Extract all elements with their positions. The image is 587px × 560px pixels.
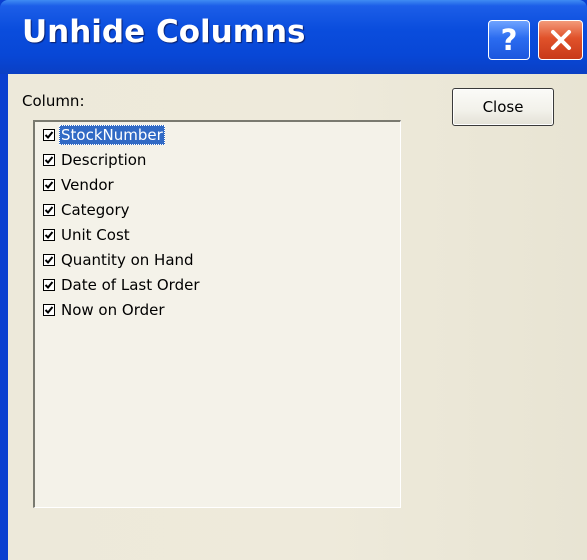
column-checkbox[interactable] (43, 179, 55, 191)
unhide-columns-dialog: Unhide Columns ? Column: Close StockNumb… (0, 0, 587, 560)
column-item-label: Date of Last Order (61, 276, 200, 294)
column-label: Column: (22, 92, 85, 110)
title-bar: Unhide Columns ? (0, 0, 587, 74)
checkmark-icon (44, 156, 54, 164)
checkmark-icon (44, 256, 54, 264)
close-button[interactable]: Close (452, 88, 554, 126)
column-item-label: Unit Cost (61, 226, 130, 244)
column-item-label: Vendor (61, 176, 114, 194)
column-list[interactable]: StockNumber Description Vendor Category Unit… (33, 120, 401, 508)
column-list-item[interactable]: Date of Last Order (43, 274, 202, 296)
column-list-item[interactable]: Unit Cost (43, 224, 132, 246)
column-item-label: Category (61, 201, 130, 219)
column-item-label: StockNumber (59, 125, 165, 145)
help-button[interactable]: ? (488, 20, 530, 60)
column-list-item[interactable]: Quantity on Hand (43, 249, 196, 271)
column-item-label: Description (61, 151, 147, 169)
column-checkbox[interactable] (43, 154, 55, 166)
column-item-label: Now on Order (61, 301, 165, 319)
column-checkbox[interactable] (43, 229, 55, 241)
column-checkbox[interactable] (43, 129, 55, 141)
checkmark-icon (44, 206, 54, 214)
close-window-button[interactable] (538, 20, 583, 60)
checkmark-icon (44, 131, 54, 139)
column-list-item[interactable]: Category (43, 199, 132, 221)
checkmark-icon (44, 181, 54, 189)
help-icon: ? (500, 22, 518, 57)
window-title: Unhide Columns (22, 14, 306, 50)
close-icon (550, 30, 571, 50)
column-list-item[interactable]: Description (43, 149, 148, 171)
checkmark-icon (44, 281, 54, 289)
column-list-item[interactable]: Now on Order (43, 299, 167, 321)
column-list-item[interactable]: Vendor (43, 174, 116, 196)
column-item-label: Quantity on Hand (61, 251, 194, 269)
checkmark-icon (44, 306, 54, 314)
column-checkbox[interactable] (43, 254, 55, 266)
column-checkbox[interactable] (43, 204, 55, 216)
column-checkbox[interactable] (43, 304, 55, 316)
column-checkbox[interactable] (43, 279, 55, 291)
checkmark-icon (44, 231, 54, 239)
column-list-item[interactable]: StockNumber (43, 124, 165, 146)
